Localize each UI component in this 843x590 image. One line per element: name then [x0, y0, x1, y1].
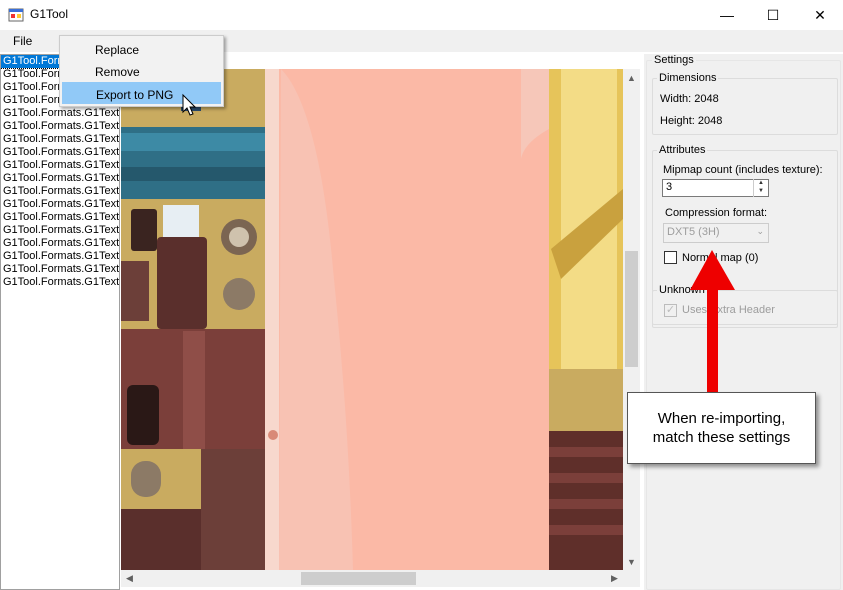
list-item[interactable]: G1Tool.Formats.G1Texture	[1, 146, 119, 159]
close-button[interactable]: ✕	[797, 0, 843, 30]
compression-value: DXT5 (3H)	[667, 226, 720, 238]
horizontal-scrollbar[interactable]: ◀ ▶	[121, 570, 623, 587]
horizontal-scroll-thumb[interactable]	[301, 572, 416, 585]
window-title: G1Tool	[30, 7, 69, 21]
scroll-right-icon[interactable]: ▶	[606, 570, 623, 587]
list-item[interactable]: G1Tool.Formats.G1Texture	[1, 185, 119, 198]
scroll-down-icon[interactable]: ▼	[623, 553, 640, 570]
compression-label: Compression format:	[665, 207, 768, 219]
extra-header-label: Uses Extra Header	[682, 304, 775, 316]
minimize-button[interactable]: —	[704, 0, 750, 30]
list-item[interactable]: G1Tool.Formats.G1Texture	[1, 263, 119, 276]
width-label: Width: 2048	[660, 93, 719, 105]
menu-item-replace[interactable]: Replace	[62, 38, 221, 60]
vertical-scrollbar[interactable]: ▲ ▼	[623, 69, 640, 570]
settings-panel: Settings Dimensions Width: 2048 Height: …	[644, 54, 843, 590]
settings-title: Settings	[652, 54, 696, 66]
mipmap-value: 3	[666, 181, 673, 193]
list-item[interactable]: G1Tool.Formats.G1Texture	[1, 120, 119, 133]
menu-item-remove[interactable]: Remove	[62, 60, 221, 82]
list-item[interactable]: G1Tool.Formats.G1Texture	[1, 172, 119, 185]
list-item[interactable]: G1Tool.Formats.G1Texture	[1, 198, 119, 211]
texture-preview[interactable]	[121, 69, 623, 570]
menu-file[interactable]: File	[0, 30, 46, 52]
list-item[interactable]: G1Tool.Formats.G1Texture	[1, 224, 119, 237]
scroll-corner	[623, 570, 640, 587]
dimensions-title: Dimensions	[657, 72, 719, 84]
menu-item-export-png[interactable]: Export to PNG	[62, 82, 221, 104]
spin-up-icon[interactable]: ▲	[754, 179, 768, 187]
list-item[interactable]: G1Tool.Formats.G1Texture	[1, 133, 119, 146]
annotation-line-1: When re-importing,	[657, 410, 786, 427]
texture-image	[121, 69, 623, 570]
list-item[interactable]: G1Tool.Formats.G1Texture	[1, 237, 119, 250]
normal-map-label: Normal map (0)	[682, 252, 759, 264]
texture-list[interactable]: G1Tool.Formats.G1TextureG1Tool.Formats.G…	[0, 54, 120, 590]
title-bar: G1Tool — ☐ ✕	[0, 0, 843, 30]
scroll-up-icon[interactable]: ▲	[623, 69, 640, 86]
scroll-left-icon[interactable]: ◀	[121, 570, 138, 587]
attributes-title: Attributes	[657, 144, 708, 156]
annotation-line-2: match these settings	[652, 429, 791, 446]
list-item[interactable]: G1Tool.Formats.G1Texture	[1, 250, 119, 263]
compression-format-select[interactable]: DXT5 (3H) ⌄	[663, 223, 769, 243]
maximize-button[interactable]: ☐	[750, 0, 796, 30]
height-label: Height: 2048	[660, 115, 723, 127]
unknown-title: Unknown	[657, 284, 707, 296]
app-icon	[8, 7, 24, 23]
extra-header-checkbox[interactable]: ✓	[664, 304, 677, 317]
chevron-down-icon: ⌄	[756, 226, 764, 236]
annotation-callout: When re-importing, match these settings	[627, 392, 816, 464]
file-context-menu: Replace Remove Export to PNG	[59, 35, 224, 107]
list-item[interactable]: G1Tool.Formats.G1Texture	[1, 107, 119, 120]
vertical-scroll-thumb[interactable]	[625, 251, 638, 367]
list-item[interactable]: G1Tool.Formats.G1Texture	[1, 159, 119, 172]
mipmap-label: Mipmap count (includes texture):	[663, 164, 823, 176]
spin-down-icon[interactable]: ▼	[754, 187, 768, 195]
list-item[interactable]: G1Tool.Formats.G1Texture	[1, 276, 119, 289]
normal-map-checkbox[interactable]	[664, 251, 677, 264]
mipmap-spinner[interactable]: ▲ ▼	[753, 179, 768, 197]
list-item[interactable]: G1Tool.Formats.G1Texture	[1, 211, 119, 224]
